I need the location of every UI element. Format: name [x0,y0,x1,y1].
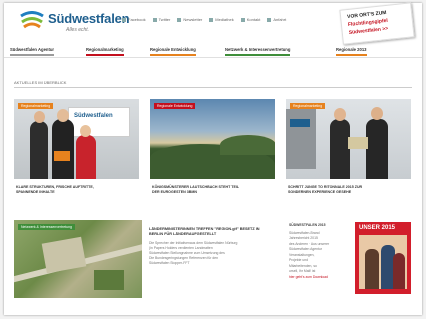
website-frame: Südwestfalen Alles echt. Facebook Twitte… [4,2,422,315]
card-tag[interactable]: Regionalmarketing [18,103,54,109]
magazine-cover[interactable]: UNSER 2015 [355,222,411,294]
twitter-icon [152,17,157,22]
magazine-photo [359,235,407,289]
nav-item-regionale-2013[interactable]: Regionale 2013 [336,47,367,56]
nav-item-regionale-entwicklung[interactable]: Regionale Entwicklung [150,47,196,56]
promo-line-3: Südwestfalen >> [348,25,389,36]
card-tag[interactable]: Regionale Entwicklung [154,103,196,109]
card-tag[interactable]: Regionalmarketing [290,103,326,109]
card-title[interactable]: SCHRITT JUNGE TO RITONNALE 2015 ZUR SOND… [288,185,406,195]
nav-item-netzwerk[interactable]: Netzwerk & Interessenvertretung [225,47,291,56]
section-title: AKTUELLES IM ÜBERBLICK [14,80,67,85]
kontakt-icon [240,17,245,22]
main-nav: Südwestfalen Agentur Regionalmarketing R… [4,45,422,58]
promo-note[interactable]: VOR ORT'S ZUM Flüchtlingsgipfel Südwestf… [339,2,415,45]
sidebar-report: SÜDWESTFALEN 2015 Südwestfalen-Brand Jah… [289,223,351,280]
news-card[interactable]: Regionalmarketing SCHRITT JUNGE TO RITON… [286,99,411,211]
nav-item-agentur[interactable]: Südwestfalen Agentur [10,47,55,56]
sidebar-heading: SÜDWESTFALEN 2015 [289,223,326,227]
feature-title[interactable]: LÄNDERMINISTERINNEN TREFFEN "REGION.gif"… [149,227,269,237]
page: Südwestfalen Alles echt. Facebook Twitte… [0,0,426,319]
card-image [286,99,411,179]
top-link-anfahrt[interactable]: Anfahrt [267,17,286,22]
top-link-newsletter[interactable]: Newsletter [177,17,202,22]
facebook-icon [122,17,126,22]
top-link-mediathek[interactable]: Mediathek [209,17,234,22]
feature-body: Die Sprecher der Initiativenaus dem Südw… [149,241,238,265]
card-image: Südwestfalen [14,99,139,179]
news-card[interactable]: Südwestfalen Regionalmarketing KLARE STR… [14,99,139,211]
news-card[interactable]: Regionale Entwicklung KÖNIGSMÜNSTERER LA… [150,99,275,211]
feature-card[interactable]: Netzwerk & Interessenvertretung [14,220,142,298]
top-links: Facebook Twitter Newsletter Mediathek Ko… [122,17,286,22]
nav-item-regionalmarketing[interactable]: Regionalmarketing [86,47,124,56]
logo-subtitle: Alles echt. [66,27,90,33]
card-image [150,99,275,179]
anfahrt-icon [267,17,272,22]
top-link-twitter[interactable]: Twitter [152,17,170,22]
card-title[interactable]: KÖNIGSMÜNSTERER LAUTSCHBACH STEHT TEIL D… [152,185,270,195]
logo-icon[interactable] [18,11,46,31]
mediathek-icon [209,17,214,22]
feature-image [14,220,142,298]
feature-tag[interactable]: Netzwerk & Interessenvertretung [18,224,75,230]
section-divider [14,87,412,88]
top-link-kontakt[interactable]: Kontakt [240,17,260,22]
logo-text[interactable]: Südwestfalen [48,11,130,26]
magazine-title: UNSER 2015 [359,225,396,231]
top-link-facebook[interactable]: Facebook [122,17,146,22]
download-link[interactable]: hier geht's zum Download [289,275,351,281]
newsletter-icon [177,17,182,22]
card-title[interactable]: KLARE STRUKTUREN, FRISCHE AUFTRITTE, SPA… [16,185,134,195]
